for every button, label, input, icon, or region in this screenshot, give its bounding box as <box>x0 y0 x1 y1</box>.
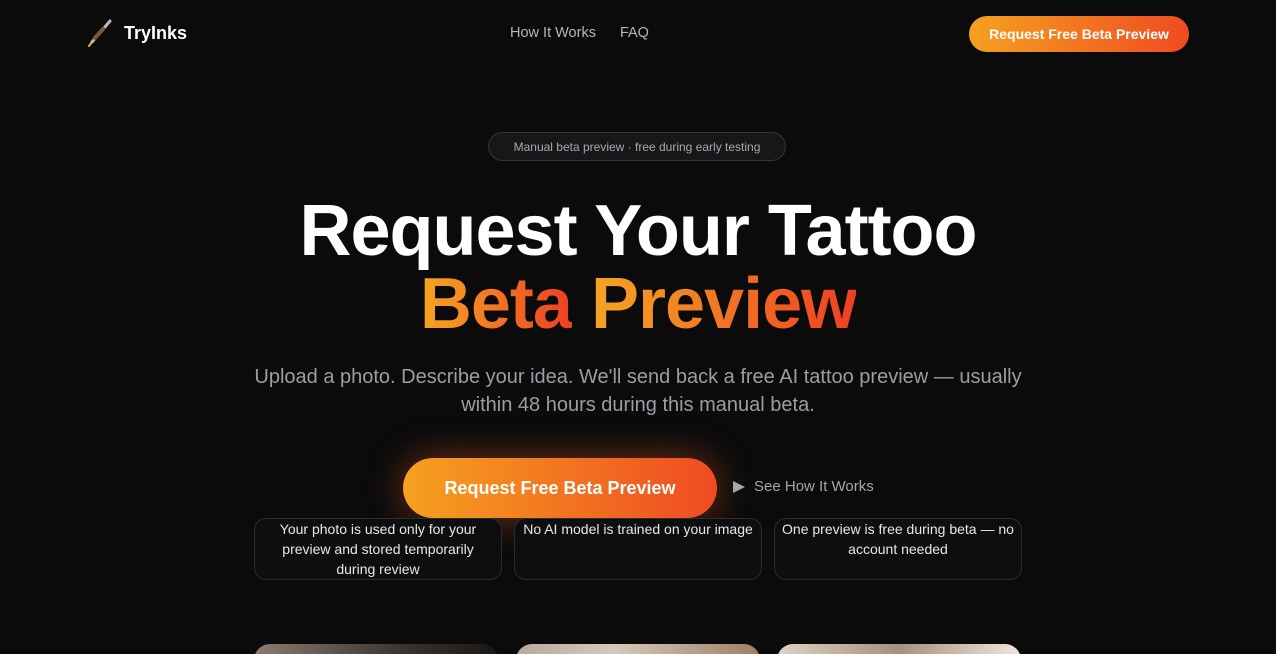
landing-page: TryInks How It Works FAQ Request Free Be… <box>0 0 1276 654</box>
hero-subtitle: Upload a photo. Describe your idea. We'l… <box>254 366 1022 416</box>
trust-card-free-preview: One preview is free during beta — no acc… <box>774 518 1022 580</box>
hero-title: Request Your Tattoo <box>299 191 977 271</box>
nav-how-it-works[interactable]: How It Works <box>510 25 596 41</box>
nav-faq[interactable]: FAQ <box>620 25 649 41</box>
logo-link[interactable]: TryInks <box>86 18 187 48</box>
hero-title-beta: Beta <box>419 264 573 344</box>
see-how-it-works-label: See How It Works <box>754 478 874 495</box>
tattoo-pen-icon <box>88 19 112 47</box>
play-icon <box>733 480 745 493</box>
see-how-it-works-link[interactable]: See How It Works <box>732 478 874 495</box>
example-thumbnail <box>516 644 760 654</box>
main-nav: How It Works FAQ <box>510 25 649 41</box>
site-header: TryInks How It Works FAQ Request Free Be… <box>0 0 1276 68</box>
logo-text: TryInks <box>124 22 188 43</box>
example-thumbnail <box>254 644 498 654</box>
trust-card-privacy: Your photo is used only for your preview… <box>254 518 502 580</box>
trust-card-no-training: No AI model is trained on your image <box>514 518 762 580</box>
hero-request-preview-button[interactable]: Request Free Beta Preview <box>403 458 717 518</box>
hero-title-preview: Preview <box>590 264 857 344</box>
beta-badge: Manual beta preview · free during early … <box>488 132 786 161</box>
hero-title-highlight: Beta Preview <box>0 265 1276 343</box>
header-request-preview-button[interactable]: Request Free Beta Preview <box>969 16 1189 52</box>
example-thumbnail <box>777 644 1021 654</box>
